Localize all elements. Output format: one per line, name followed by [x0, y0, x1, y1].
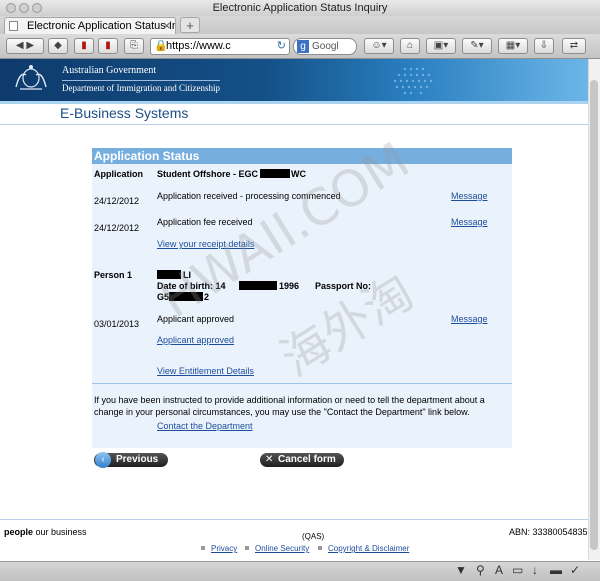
banner-divider — [0, 101, 588, 104]
back-arrow-icon[interactable]: ◀ — [16, 40, 24, 51]
new-tab-button[interactable]: + — [180, 17, 200, 33]
window-icon[interactable]: ▭ — [512, 563, 523, 577]
coat-of-arms-icon — [15, 65, 47, 90]
window-controls[interactable] — [6, 3, 45, 16]
reload-icon[interactable]: ↻ — [277, 39, 286, 54]
event-date: 03/01/2013 — [94, 319, 140, 329]
qas-label: (QAS) — [302, 532, 325, 541]
entitlement-details-link[interactable]: View Entitlement Details — [157, 366, 254, 376]
department-title: Department of Immigration and Citizenshi… — [62, 80, 220, 93]
section-divider — [0, 124, 588, 125]
close-window-button[interactable] — [6, 3, 16, 13]
extension-icon[interactable]: ◆ — [48, 38, 68, 54]
screenshot-icon[interactable]: ▣▾ — [426, 38, 456, 54]
pocket-icon[interactable]: ▮ — [98, 38, 118, 54]
application-label: Application — [94, 169, 143, 179]
font-icon[interactable]: A — [495, 563, 503, 577]
privacy-link[interactable]: Privacy — [211, 544, 237, 553]
forward-arrow-icon[interactable]: ▶ — [26, 40, 34, 51]
application-value-suffix: WC — [291, 169, 306, 179]
message-link[interactable]: Message — [451, 191, 488, 201]
footer-divider — [0, 519, 588, 520]
contact-notice: If you have been instructed to provide a… — [94, 395, 485, 417]
lock-icon: 🔒 — [154, 40, 168, 52]
date-of-birth-year: 1996 — [279, 281, 300, 291]
addon-menu-icon[interactable]: ☺▾ — [364, 38, 394, 54]
panel-header: Application Status — [92, 148, 512, 164]
section-title: E-Business Systems — [60, 105, 189, 121]
share-icon[interactable]: ⎘ — [124, 38, 144, 54]
tab-close-icon[interactable]: × — [163, 18, 171, 33]
tab-title: Electronic Application Status In... — [27, 20, 176, 32]
contact-department-link[interactable]: Contact the Department — [157, 421, 253, 431]
event-date: 24/12/2012 — [94, 223, 140, 233]
australia-map-icon — [393, 67, 433, 95]
copyright-disclaimer-link[interactable]: Copyright & Disclaimer — [328, 544, 409, 553]
download-icon[interactable]: ↓ — [532, 563, 538, 577]
check-icon[interactable]: ✓ — [570, 563, 580, 577]
search-placeholder: Googl — [312, 41, 339, 52]
event-date: 24/12/2012 — [94, 196, 140, 206]
footer-tagline: people our business — [4, 527, 87, 537]
downloads-icon[interactable]: ⇩ — [534, 38, 554, 54]
mask-icon[interactable]: ▬ — [550, 563, 562, 577]
redaction-bar — [260, 169, 290, 178]
sync-icon[interactable]: ⇄ — [562, 38, 586, 54]
google-icon[interactable]: g — [297, 40, 309, 53]
government-title: Australian Government — [62, 65, 157, 76]
home-icon[interactable]: ⌂ — [400, 38, 420, 54]
apps-icon[interactable]: ▦▾ — [498, 38, 528, 54]
tagline-bold: people — [4, 527, 34, 537]
window-title: Electronic Application Status Inquiry — [212, 2, 388, 14]
cancel-label: Cancel form — [278, 454, 336, 465]
back-arrow-icon[interactable]: ‹ — [95, 452, 111, 468]
minimize-window-button[interactable] — [19, 3, 29, 13]
message-link[interactable]: Message — [451, 217, 488, 227]
application-value-prefix: Student Offshore - EGC — [157, 169, 258, 179]
zoom-icon[interactable]: ⚲ — [476, 563, 485, 577]
search-input[interactable]: g Googl — [293, 38, 357, 55]
url-input[interactable]: https://www.c 🔒 ↻ — [150, 38, 290, 55]
bookmark-icon[interactable]: ▮ — [74, 38, 94, 54]
applicant-approved-link[interactable]: Applicant approved — [157, 335, 234, 345]
online-security-link[interactable]: Online Security — [255, 544, 309, 553]
url-text: https://www.c — [166, 40, 231, 52]
close-icon[interactable]: ✕ — [265, 453, 273, 467]
window-title-bar: Electronic Application Status Inquiry — [0, 0, 600, 17]
browser-status-bar — [0, 561, 600, 581]
back-forward-buttons[interactable]: ◀ ▶ — [6, 38, 44, 54]
shirt-icon[interactable]: ▼ — [455, 563, 467, 577]
tools-icon[interactable]: ✎▾ — [462, 38, 492, 54]
zoom-window-button[interactable] — [32, 3, 42, 13]
bullet-icon — [245, 546, 249, 550]
tagline-rest: our business — [33, 527, 87, 537]
browser-tab[interactable]: Electronic Application Status In... — [4, 17, 176, 34]
abn-number: ABN: 33380054835 — [509, 527, 588, 537]
page-icon — [9, 21, 18, 31]
bullet-icon — [201, 546, 205, 550]
bullet-icon — [318, 546, 322, 550]
scrollbar-thumb[interactable] — [590, 80, 598, 550]
person-label: Person 1 — [94, 270, 133, 280]
previous-label: Previous — [116, 454, 159, 465]
message-link[interactable]: Message — [451, 314, 488, 324]
